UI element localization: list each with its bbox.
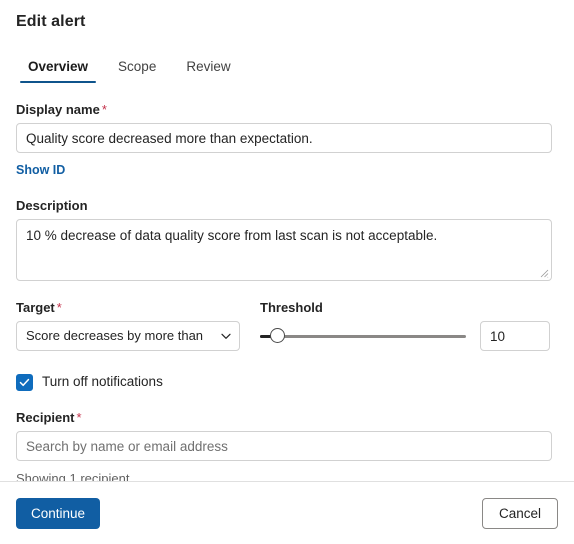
tab-review[interactable]: Review bbox=[176, 58, 240, 83]
description-label: Description bbox=[16, 198, 88, 213]
tab-scope[interactable]: Scope bbox=[108, 58, 166, 83]
tab-overview-label: Overview bbox=[28, 59, 89, 74]
target-label-text: Target bbox=[16, 300, 55, 315]
page-title: Edit alert bbox=[16, 13, 86, 30]
cancel-button[interactable]: Cancel bbox=[482, 497, 558, 529]
target-required-asterisk: * bbox=[56, 300, 62, 315]
display-name-label-text: Display name bbox=[16, 102, 100, 117]
recipient-search-input[interactable] bbox=[16, 431, 552, 461]
description-field: Description bbox=[16, 197, 558, 281]
checkmark-icon bbox=[19, 378, 30, 386]
panel-footer: Continue Cancel bbox=[0, 481, 574, 544]
threshold-slider[interactable] bbox=[260, 325, 466, 347]
panel-body: Edit alert Overview Scope Review Display… bbox=[0, 0, 574, 481]
turn-off-notifications-row[interactable]: Turn off notifications bbox=[16, 373, 163, 391]
turn-off-notifications-checkbox[interactable] bbox=[16, 373, 33, 391]
display-name-required-asterisk: * bbox=[101, 102, 107, 117]
recipient-status-text: Showing 1 recipient bbox=[16, 471, 130, 481]
slider-thumb[interactable] bbox=[270, 328, 285, 343]
display-name-label: Display name * bbox=[16, 101, 558, 118]
recipient-field: Recipient* Showing 1 recipient bbox=[16, 409, 558, 481]
threshold-field: Threshold bbox=[260, 299, 558, 351]
target-field: Target * Score decreases by more than bbox=[16, 299, 242, 351]
edit-alert-panel: Edit alert Overview Scope Review Display… bbox=[0, 0, 574, 544]
description-textarea[interactable] bbox=[16, 219, 552, 281]
display-name-field: Display name* Show ID bbox=[16, 101, 558, 179]
recipient-required-asterisk: * bbox=[76, 410, 82, 425]
recipient-label: Recipient * bbox=[16, 409, 558, 426]
turn-off-notifications-label: Turn off notifications bbox=[42, 374, 163, 389]
tab-list: Overview Scope Review bbox=[16, 53, 558, 83]
continue-button[interactable]: Continue bbox=[16, 497, 101, 529]
recipient-label-text: Recipient bbox=[16, 410, 75, 425]
display-name-input[interactable] bbox=[16, 123, 552, 153]
tab-review-label: Review bbox=[186, 59, 231, 74]
target-select[interactable]: Score decreases by more than bbox=[16, 321, 240, 351]
description-textarea-wrap bbox=[16, 219, 552, 281]
target-label: Target * bbox=[16, 299, 242, 316]
threshold-value-input[interactable] bbox=[480, 321, 550, 351]
threshold-label: Threshold bbox=[260, 300, 323, 315]
threshold-controls bbox=[260, 321, 558, 351]
tab-scope-label: Scope bbox=[118, 59, 157, 74]
slider-track bbox=[260, 334, 466, 338]
target-select-wrap: Score decreases by more than bbox=[16, 321, 240, 351]
target-threshold-row: Target * Score decreases by more than Thr… bbox=[16, 299, 558, 351]
show-id-link[interactable]: Show ID bbox=[16, 162, 65, 178]
tab-overview[interactable]: Overview bbox=[18, 58, 98, 83]
